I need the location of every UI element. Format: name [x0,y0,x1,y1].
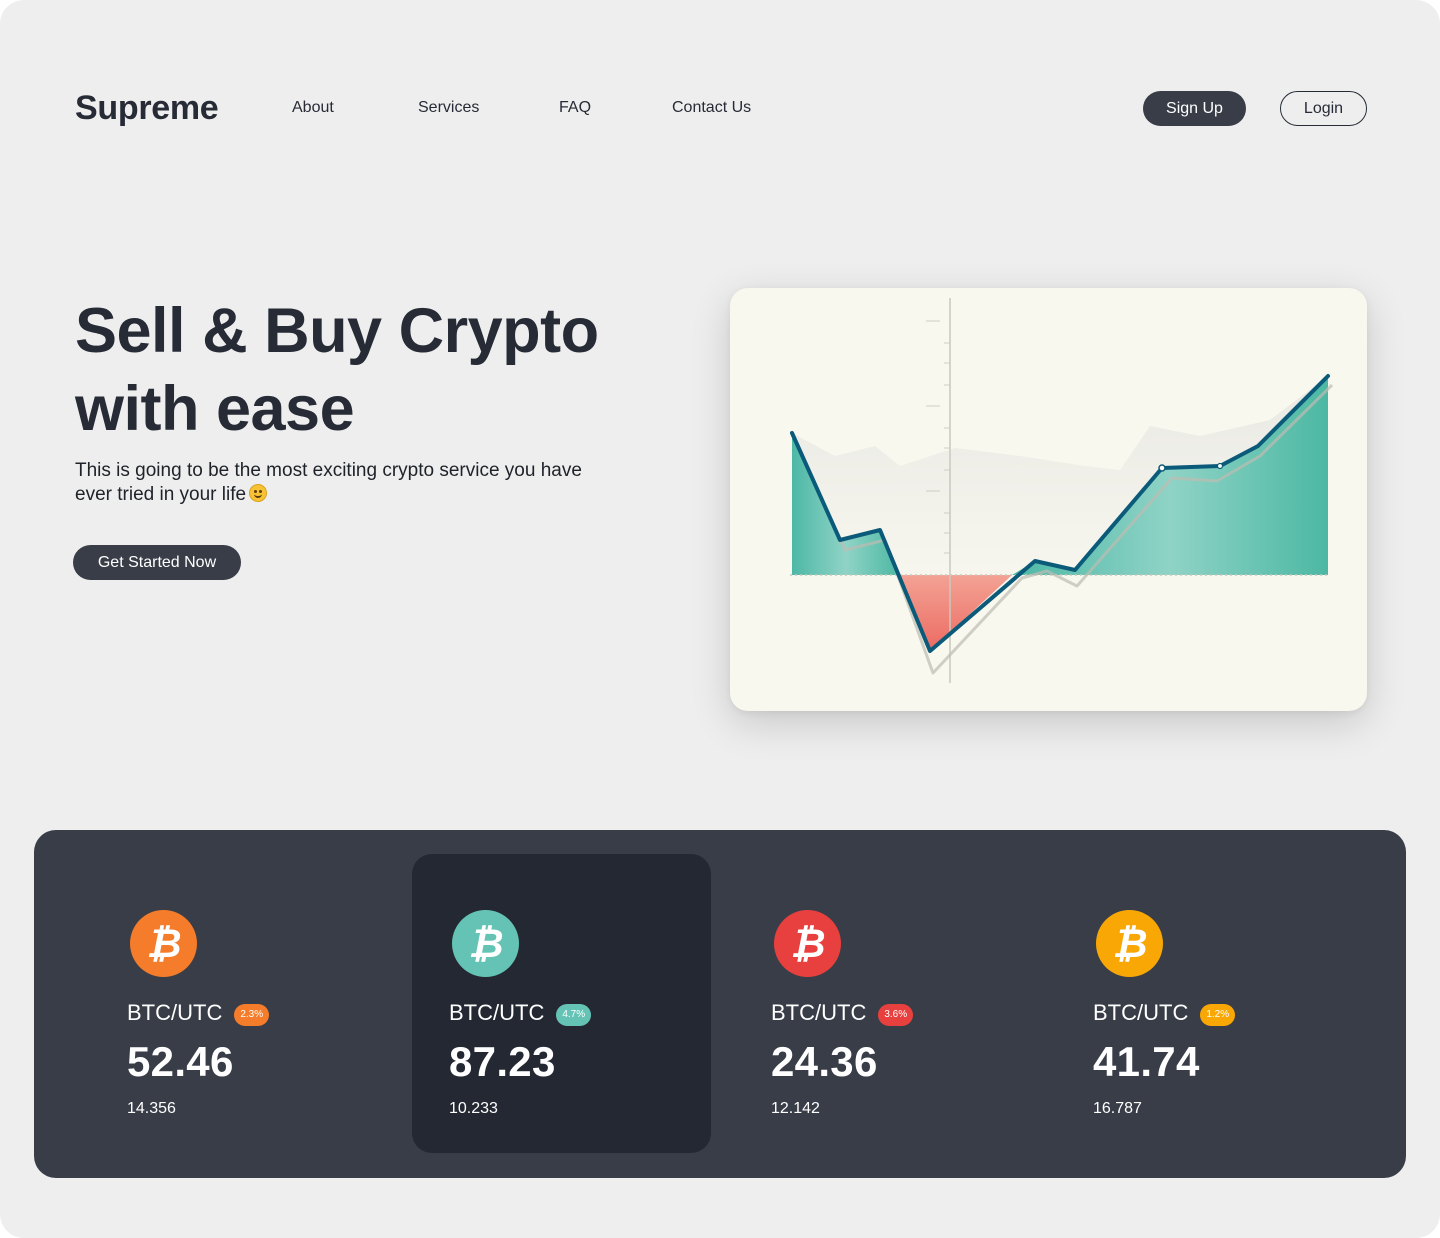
chart-illustration [790,298,1334,683]
signup-button[interactable]: Sign Up [1143,91,1246,126]
ticker-price: 24.36 [771,1038,878,1085]
ticker-price: 41.74 [1093,1038,1200,1085]
ticker-card[interactable]: ₿ BTC/UTC 1.2% 41.74 16.787 [1056,854,1355,1153]
ticker-pair: BTC/UTC 1.2% [1093,1000,1236,1026]
landing-page: Supreme About Services FAQ Contact Us Si… [0,0,1440,1238]
ticker-volume: 14.356 [127,1100,176,1117]
svg-text:₿: ₿ [1112,922,1147,966]
bitcoin-icon: ₿ [774,910,841,977]
bitcoin-icon: ₿ [452,910,519,977]
hero-subtitle-text: This is going to be the most exciting cr… [75,460,582,505]
ticker-volume: 16.787 [1093,1100,1142,1117]
nav-about[interactable]: About [292,99,334,117]
nav-contact-us[interactable]: Contact Us [672,99,751,117]
pair-label: BTC/UTC [771,1000,867,1025]
ticker-pair: BTC/UTC 4.7% [449,1000,592,1026]
ticker-price: 87.23 [449,1038,556,1085]
hero-title-line2: with ease [75,374,355,444]
pair-label: BTC/UTC [127,1000,223,1025]
ticker-volume: 12.142 [771,1100,820,1117]
pair-label: BTC/UTC [1093,1000,1189,1025]
chart-card [730,288,1367,711]
change-badge: 3.6% [878,1004,914,1026]
ticker-pair: BTC/UTC 3.6% [771,1000,914,1026]
hero-title-line1: Sell & Buy Crypto [75,296,599,366]
nav-services[interactable]: Services [418,99,479,117]
hero-subtitle: This is going to be the most exciting cr… [75,459,595,507]
ticker-panel: ₿ BTC/UTC 2.3% 52.46 14.356 ₿ BTC/UTC 4.7%… [34,830,1406,1178]
smiling-face-icon [249,484,268,502]
brand-logo[interactable]: Supreme [75,89,219,128]
bitcoin-icon: ₿ [130,910,197,977]
pair-label: BTC/UTC [449,1000,545,1025]
get-started-button[interactable]: Get Started Now [73,545,241,580]
svg-text:₿: ₿ [468,922,503,966]
ticker-volume: 10.233 [449,1100,498,1117]
ticker-card[interactable]: ₿ BTC/UTC 3.6% 24.36 12.142 [734,854,1033,1153]
ticker-pair: BTC/UTC 2.3% [127,1000,270,1026]
ticker-card-active[interactable]: ₿ BTC/UTC 4.7% 87.23 10.233 [412,854,711,1153]
ticker-card[interactable]: ₿ BTC/UTC 2.3% 52.46 14.356 [90,854,389,1153]
bitcoin-icon: ₿ [1096,910,1163,977]
change-badge: 2.3% [234,1004,270,1026]
svg-text:₿: ₿ [790,922,825,966]
nav-faq[interactable]: FAQ [559,99,591,117]
hero-title: Sell & Buy Crypto with ease [75,292,675,448]
login-button[interactable]: Login [1280,91,1367,126]
negative-area [900,575,1012,651]
change-badge: 1.2% [1200,1004,1236,1026]
svg-text:₿: ₿ [146,922,181,966]
change-badge: 4.7% [556,1004,592,1026]
ticker-price: 52.46 [127,1038,234,1085]
